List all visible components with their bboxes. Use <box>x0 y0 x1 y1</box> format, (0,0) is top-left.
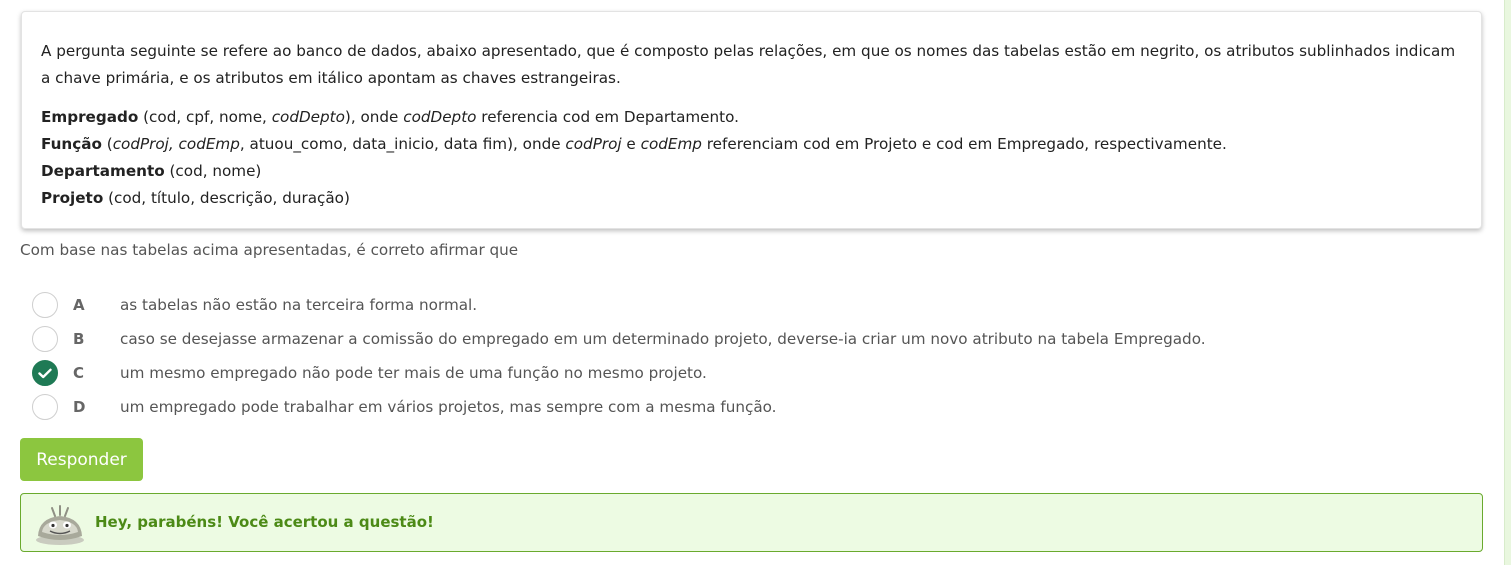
relation-attrs: (cod, cpf, nome, <box>138 108 272 126</box>
option-radio[interactable] <box>32 394 58 420</box>
relation-attrs: , atuou_como, data_inicio, data fim), on… <box>239 135 566 153</box>
intro-text: A pergunta seguinte se refere ao banco d… <box>41 42 1456 87</box>
relation-projeto: Projeto (cod, título, descrição, duração… <box>41 185 1462 212</box>
option-letter: B <box>73 330 85 348</box>
option-radio[interactable] <box>32 326 58 352</box>
foreign-key: codEmp <box>640 135 702 153</box>
foreign-key: codDepto <box>403 108 477 126</box>
relation-attrs: e <box>621 135 641 153</box>
option-text: as tabelas não estão na terceira forma n… <box>120 296 478 314</box>
responder-button[interactable]: Responder <box>20 438 143 481</box>
option-radio-selected[interactable] <box>32 360 58 386</box>
foreign-key: codProj <box>565 135 622 153</box>
success-message: Hey, parabéns! Você acertou a questão! <box>95 513 434 531</box>
relation-name: Função <box>41 135 102 153</box>
option-b[interactable]: B caso se desejasse armazenar a comissão… <box>32 324 1206 354</box>
option-letter: D <box>73 398 86 416</box>
option-text: um mesmo empregado não pode ter mais de … <box>120 364 707 382</box>
schema-card: A pergunta seguinte se refere ao banco d… <box>21 11 1482 229</box>
right-rail <box>1504 0 1511 565</box>
relation-attrs: ), onde <box>344 108 404 126</box>
relation-empregado: Empregado (cod, cpf, nome, codDepto), on… <box>41 104 1462 131</box>
option-text: caso se desejasse armazenar a comissão d… <box>120 330 1206 348</box>
mascot-icon <box>36 505 84 545</box>
relation-name: Empregado <box>41 108 139 126</box>
relation-attrs: (cod, nome) <box>164 162 262 180</box>
success-alert: Hey, parabéns! Você acertou a questão! <box>20 493 1483 552</box>
option-radio[interactable] <box>32 292 58 318</box>
option-text: um empregado pode trabalhar em vários pr… <box>120 398 777 416</box>
check-icon <box>38 368 52 378</box>
relation-name: Projeto <box>41 189 104 207</box>
relation-attrs: (cod, título, descrição, duração) <box>103 189 350 207</box>
option-letter: C <box>73 364 85 382</box>
option-letter: A <box>73 296 85 314</box>
option-d[interactable]: D um empregado pode trabalhar em vários … <box>32 392 777 422</box>
relation-funcao: Função (codProj, codEmp, atuou_como, dat… <box>41 131 1462 158</box>
question-text: Com base nas tabelas acima apresentadas,… <box>20 241 519 259</box>
relation-attrs: ( <box>101 135 113 153</box>
foreign-key: codProj, codEmp <box>112 135 240 153</box>
relation-note: referenciam cod em Projeto e cod em Empr… <box>701 135 1227 153</box>
relation-departamento: Departamento (cod, nome) <box>41 158 1462 185</box>
option-c[interactable]: C um mesmo empregado não pode ter mais d… <box>32 358 707 388</box>
relation-note: referencia cod em Departamento. <box>476 108 739 126</box>
foreign-key: codDepto <box>271 108 345 126</box>
option-a[interactable]: A as tabelas não estão na terceira forma… <box>32 290 477 320</box>
relation-name: Departamento <box>41 162 165 180</box>
